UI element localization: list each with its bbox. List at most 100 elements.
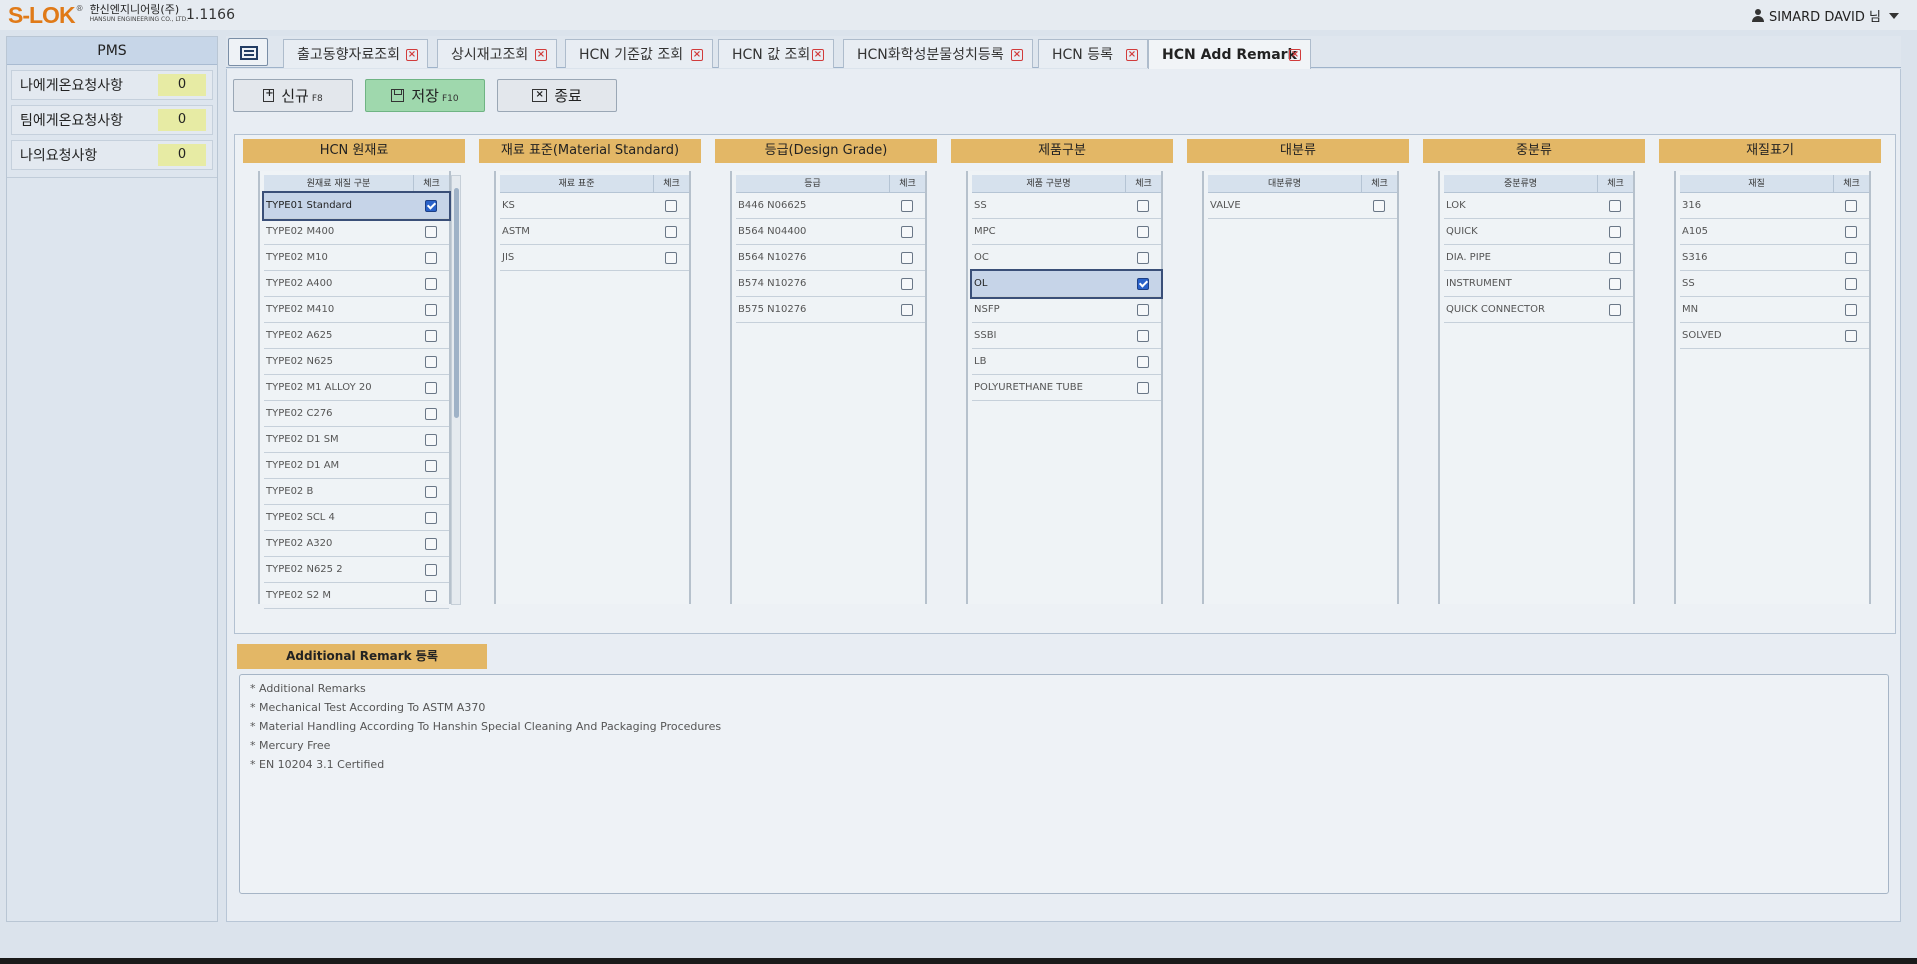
tab-hcn-value-inquiry[interactable]: HCN 값 조회 ×	[718, 39, 834, 68]
checkbox[interactable]	[1137, 277, 1149, 290]
grid-row[interactable]: TYPE02 D1 SM	[264, 427, 449, 453]
grid-row[interactable]: LB	[972, 349, 1161, 375]
checkbox[interactable]	[1845, 251, 1857, 264]
checkbox[interactable]	[1845, 199, 1857, 212]
checkbox[interactable]	[901, 277, 913, 290]
checkbox[interactable]	[425, 355, 437, 368]
checkbox[interactable]	[1845, 329, 1857, 342]
grid-row[interactable]: NSFP	[972, 297, 1161, 323]
checkbox[interactable]	[425, 303, 437, 316]
checkbox[interactable]	[1137, 251, 1149, 264]
tab-hcn-registration[interactable]: HCN 등록 ×	[1038, 39, 1148, 68]
grid-row[interactable]: B575 N10276	[736, 297, 925, 323]
close-icon[interactable]: ×	[535, 49, 547, 61]
tab-hcn-standard-inquiry[interactable]: HCN 기준값 조회 ×	[565, 39, 713, 68]
checkbox[interactable]	[1845, 277, 1857, 290]
checkbox[interactable]	[425, 277, 437, 290]
checkbox[interactable]	[901, 199, 913, 212]
tab-hcn-chemical-registration[interactable]: HCN화학성분물성치등록 ×	[843, 39, 1033, 68]
remark-textarea[interactable]: * Additional Remarks * Mechanical Test Ac…	[239, 674, 1889, 894]
grid-row[interactable]: TYPE02 M1 ALLOY 20	[264, 375, 449, 401]
grid-row[interactable]: TYPE02 A320	[264, 531, 449, 557]
grid-row[interactable]: A105	[1680, 219, 1869, 245]
checkbox[interactable]	[1373, 199, 1385, 212]
checkbox[interactable]	[425, 563, 437, 576]
grid-row[interactable]: MPC	[972, 219, 1161, 245]
checkbox[interactable]	[1137, 381, 1149, 394]
grid-row[interactable]: B574 N10276	[736, 271, 925, 297]
checkbox[interactable]	[425, 381, 437, 394]
checkbox[interactable]	[1137, 225, 1149, 238]
grid-row[interactable]: VALVE	[1208, 193, 1397, 219]
close-icon[interactable]: ×	[691, 49, 703, 61]
grid-row[interactable]: QUICK	[1444, 219, 1633, 245]
new-button[interactable]: 신규 F8	[233, 79, 353, 112]
checkbox[interactable]	[425, 511, 437, 524]
checkbox[interactable]	[425, 407, 437, 420]
checkbox[interactable]	[425, 589, 437, 602]
tab-hcn-add-remark[interactable]: HCN Add Remark ×	[1148, 39, 1311, 69]
checkbox[interactable]	[425, 537, 437, 550]
grid-row[interactable]: SS	[972, 193, 1161, 219]
checkbox[interactable]	[425, 199, 437, 212]
grid-row[interactable]: QUICK CONNECTOR	[1444, 297, 1633, 323]
grid-row[interactable]: TYPE02 SCL 4	[264, 505, 449, 531]
grid-row[interactable]: LOK	[1444, 193, 1633, 219]
grid-row[interactable]: B564 N04400	[736, 219, 925, 245]
checkbox[interactable]	[425, 433, 437, 446]
grid-row[interactable]: 316	[1680, 193, 1869, 219]
checkbox[interactable]	[901, 251, 913, 264]
sidebar-item-received-requests[interactable]: 나에게온요청사항 0	[11, 70, 213, 100]
grid-row[interactable]: TYPE02 S2 M	[264, 583, 449, 609]
save-button[interactable]: 저장 F10	[365, 79, 485, 112]
grid-row[interactable]: B446 N06625	[736, 193, 925, 219]
checkbox[interactable]	[1609, 199, 1621, 212]
checkbox[interactable]	[1609, 251, 1621, 264]
checkbox[interactable]	[1609, 303, 1621, 316]
grid-row[interactable]: INSTRUMENT	[1444, 271, 1633, 297]
grid-row[interactable]: ASTM	[500, 219, 689, 245]
checkbox[interactable]	[1845, 225, 1857, 238]
checkbox[interactable]	[901, 225, 913, 238]
grid-row[interactable]: TYPE02 B	[264, 479, 449, 505]
user-menu[interactable]: SIMARD DAVID 님	[1751, 6, 1899, 25]
checkbox[interactable]	[665, 251, 677, 264]
checkbox[interactable]	[1845, 303, 1857, 316]
checkbox[interactable]	[1137, 329, 1149, 342]
grid-row[interactable]: TYPE02 M400	[264, 219, 449, 245]
grid-row[interactable]: POLYURETHANE TUBE	[972, 375, 1161, 401]
close-icon[interactable]: ×	[406, 49, 418, 61]
sidebar-item-my-requests[interactable]: 나의요청사항 0	[11, 140, 213, 170]
grid-row[interactable]: OC	[972, 245, 1161, 271]
tab-shipment-trend[interactable]: 출고동향자료조회 ×	[283, 39, 428, 68]
checkbox[interactable]	[425, 251, 437, 264]
checkbox[interactable]	[1609, 277, 1621, 290]
checkbox[interactable]	[1609, 225, 1621, 238]
grid-row[interactable]: TYPE02 M410	[264, 297, 449, 323]
checkbox[interactable]	[425, 459, 437, 472]
grid-row[interactable]: TYPE02 N625 2	[264, 557, 449, 583]
grid-row[interactable]: S316	[1680, 245, 1869, 271]
close-icon[interactable]: ×	[812, 49, 824, 61]
grid-row[interactable]: DIA. PIPE	[1444, 245, 1633, 271]
grid-row[interactable]: JIS	[500, 245, 689, 271]
close-icon[interactable]: ×	[1289, 49, 1301, 61]
grid-row[interactable]: SS	[1680, 271, 1869, 297]
grid-row[interactable]: SSBI	[972, 323, 1161, 349]
grid-row[interactable]: TYPE02 C276	[264, 401, 449, 427]
grid-row[interactable]: MN	[1680, 297, 1869, 323]
vertical-scrollbar[interactable]	[451, 175, 461, 605]
grid-row[interactable]: OL	[970, 269, 1163, 299]
grid-row[interactable]: TYPE02 M10	[264, 245, 449, 271]
grid-row[interactable]: TYPE02 N625	[264, 349, 449, 375]
checkbox[interactable]	[425, 329, 437, 342]
grid-row[interactable]: TYPE02 D1 AM	[264, 453, 449, 479]
exit-button[interactable]: × 종료	[497, 79, 617, 112]
grid-row[interactable]: TYPE02 A625	[264, 323, 449, 349]
menu-list-button[interactable]	[228, 38, 268, 66]
close-icon[interactable]: ×	[1126, 49, 1138, 61]
close-icon[interactable]: ×	[1011, 49, 1023, 61]
checkbox[interactable]	[1137, 355, 1149, 368]
checkbox[interactable]	[1137, 303, 1149, 316]
sidebar-item-team-requests[interactable]: 팀에게온요청사항 0	[11, 105, 213, 135]
